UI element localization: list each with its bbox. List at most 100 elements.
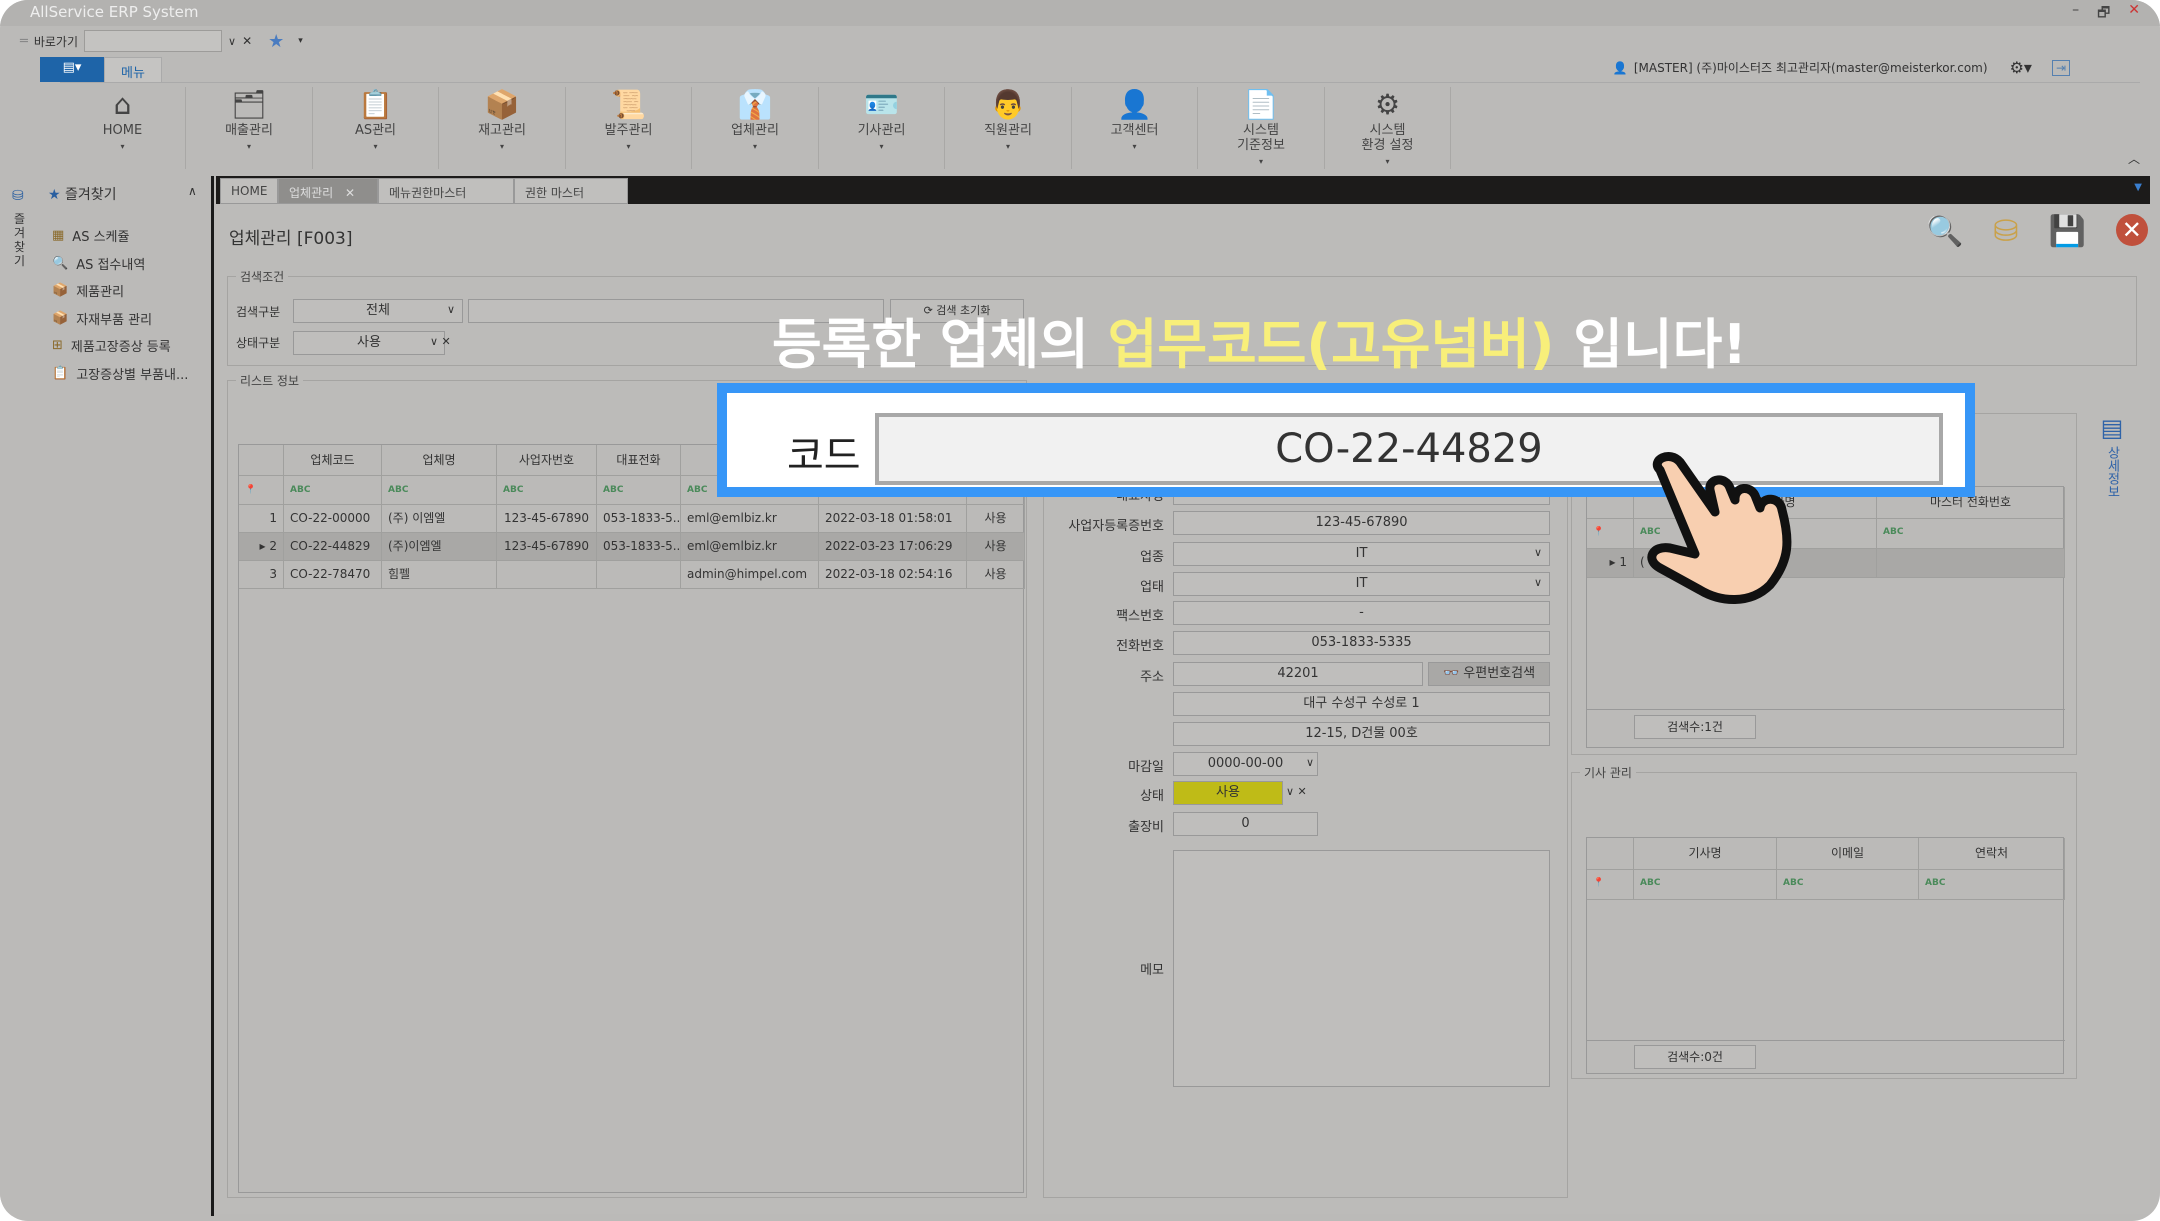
filter-cell[interactable]: ABC (497, 476, 597, 505)
table-row[interactable]: 3 CO-22-78470 힘펠 admin@himpel.com 2022-03-18… (239, 561, 1025, 589)
search-type-dropdown[interactable]: ∨ (447, 303, 455, 316)
fee-stepper[interactable]: 0 (1173, 812, 1318, 836)
grid-cell: 2022-03-18 01:58:01 (819, 505, 967, 533)
status-dropdown-clear[interactable]: ∨ ✕ (1286, 785, 1307, 798)
field-input[interactable]: IT (1173, 542, 1550, 566)
add-database-icon[interactable]: ⛁ (1993, 214, 2018, 249)
list-group: 리스트 정보 📍업체코드ABC업체명ABC사업자번호ABC대표전화ABCABCA… (227, 372, 1027, 1198)
table-row[interactable]: ▸ 2 CO-22-44829 (주)이엠엘 123-45-67890 053-1833… (239, 533, 1025, 561)
filter-cell[interactable]: ABC (597, 476, 681, 505)
shortcut-dropdown[interactable]: ∨ (228, 35, 236, 48)
dropdown-arrow-icon[interactable]: ▾ (298, 36, 303, 46)
ribbon-item-7[interactable]: 👨 직원관리 ▾ (946, 87, 1072, 169)
detail-side-tab[interactable]: ▤ 상세정보 (2094, 414, 2130, 498)
tab-menu-permission[interactable]: 메뉴권한마스터 (378, 178, 514, 204)
sidebar-item[interactable]: 📦 제품관리 (52, 281, 124, 300)
close-window-button[interactable]: ✕ (2128, 2, 2140, 26)
ribbon-item-9[interactable]: 📄 시스템 기준정보 ▾ (1199, 87, 1325, 169)
table-row[interactable]: 1 CO-22-00000 (주) 이엠엘 123-45-67890 053-1833-… (239, 505, 1025, 533)
screen: AllService ERP System – 🗗 ✕ ═ 바로가기 ∨ ✕ ★… (0, 0, 2160, 1221)
field-input[interactable]: IT (1173, 572, 1550, 596)
address2-input[interactable]: 12-15, D건물 00호 (1173, 722, 1550, 746)
status-select[interactable]: 사용 (1173, 781, 1283, 805)
ribbon-label: 시스템 기준정보 (1237, 123, 1285, 153)
tab-menu[interactable]: 메뉴 (104, 57, 162, 83)
field-input[interactable]: 42201 (1173, 662, 1423, 686)
ribbon-item-4[interactable]: 📜 발주관리 ▾ (566, 87, 692, 169)
deadline-input[interactable]: 0000-00-00 (1173, 752, 1318, 776)
filter-cell[interactable]: 📍 (239, 476, 284, 505)
settings-gear-icon[interactable]: ⚙▾ (2010, 58, 2032, 77)
sidebar-item[interactable]: 📋 고장증상별 부품내... (52, 364, 188, 383)
grid-cell: 2022-03-23 17:06:29 (819, 533, 967, 561)
sidebar-item-label: 제품관리 (76, 285, 125, 300)
sidebar-vertical-label[interactable]: 즐겨찾기 (14, 212, 28, 268)
ribbon-item-8[interactable]: 👤 고객센터 ▾ (1072, 87, 1198, 169)
sidebar-item[interactable]: ⊞ 제품고장증상 등록 (52, 336, 171, 355)
address1-input[interactable]: 대구 수성구 수성로 1 (1173, 692, 1550, 716)
tab-company[interactable]: 업체관리 ✕ (278, 178, 378, 204)
filter-abc-icon: ABC (290, 485, 311, 495)
ribbon-collapse-icon[interactable]: ︿ (2128, 150, 2140, 167)
favorite-star-icon[interactable]: ★ (268, 31, 284, 52)
binoculars-icon[interactable]: ⛁ (12, 188, 24, 204)
grid-cell: 053-1833-5... (597, 533, 681, 561)
ribbon-dropdown-icon: ▾ (246, 142, 251, 151)
menu-toggle-button[interactable]: ▤▾ (40, 57, 104, 82)
page-title: 업체관리 [F003] (229, 229, 353, 249)
save-icon[interactable]: 💾 (2049, 214, 2086, 249)
search-view-icon[interactable]: 🔍 (1926, 214, 1963, 249)
tab-permission-master[interactable]: 권한 마스터 (514, 178, 628, 204)
ribbon-item-6[interactable]: 🪪 기사관리 ▾ (819, 87, 945, 169)
deadline-dropdown[interactable]: ∨ (1306, 756, 1314, 769)
collapse-icon[interactable]: ∧ (188, 184, 197, 198)
sidebar-item[interactable]: ▦ AS 스케쥴 (52, 226, 129, 245)
field-input[interactable]: 123-45-67890 (1173, 511, 1550, 535)
filter-cell[interactable]: ABC (382, 476, 497, 505)
box-icon: 📦 (52, 283, 69, 298)
engineer-group: 기사 관리 📍 기사명 ABC 이메일 ABC 연락처 ABC 검색수:0건 (1571, 764, 2077, 1079)
field-input[interactable]: 053-1833-5335 (1173, 631, 1550, 655)
company-grid: 📍업체코드ABC업체명ABC사업자번호ABC대표전화ABCABCABCABC1C… (238, 444, 1025, 1193)
ribbon-item-3[interactable]: 📦 재고관리 ▾ (440, 87, 566, 169)
tab-home[interactable]: HOME (220, 178, 278, 204)
tutorial-caption: 등록한 업체의 업무코드(고유넘버) 입니다! (772, 300, 1932, 379)
close-form-icon[interactable]: ✕ (2115, 214, 2148, 246)
sidebar-item-label: 제품고장증상 등록 (70, 340, 171, 355)
sidebar-item[interactable]: 📦 자재부품 관리 (52, 309, 152, 328)
employee-icon: 👨 (990, 88, 1026, 121)
ribbon-item-2[interactable]: 📋 AS관리 ▾ (313, 87, 439, 169)
grid-cell: 3 (239, 561, 284, 589)
field-input[interactable]: - (1173, 601, 1550, 625)
sidebar-item[interactable]: 🔍 AS 접수내역 (52, 254, 145, 273)
field-label: 주소 (1140, 670, 1164, 685)
ribbon-item-0[interactable]: ⌂ HOME ▾ (60, 87, 186, 169)
field-label: 전화번호 (1116, 639, 1164, 654)
ribbon-item-5[interactable]: 👔 업체관리 ▾ (693, 87, 819, 169)
memo-textarea[interactable] (1173, 850, 1550, 1087)
dropdown-arrow[interactable]: ∨ (1534, 576, 1542, 589)
restore-button[interactable]: 🗗 (2097, 2, 2110, 26)
logout-icon[interactable]: ⇥ (2051, 59, 2070, 76)
sidebar-item-label: AS 접수내역 (76, 257, 146, 273)
shortcut-input[interactable] (84, 30, 222, 52)
dropdown-arrow[interactable]: ∨ (1534, 546, 1542, 559)
title-bar: AllService ERP System (0, 0, 2160, 26)
ribbon-item-1[interactable]: 🗂 매출관리 ▾ (187, 87, 313, 169)
column-header: 기사명 (1634, 838, 1777, 870)
status-select[interactable]: 사용 (293, 331, 445, 355)
zip-search-button[interactable]: 👓 우편번호검색 (1428, 662, 1550, 686)
ribbon-item-10[interactable]: ⚙ 시스템 환경 설정 ▾ (1325, 87, 1451, 169)
grid-cell: CO-22-78470 (284, 561, 382, 589)
search-type-select[interactable]: 전체 (293, 299, 463, 323)
shortcut-clear[interactable]: ✕ (242, 34, 252, 48)
minimize-button[interactable]: – (2072, 2, 2079, 26)
filter-cell[interactable]: ABC (284, 476, 382, 505)
ribbon-label: 시스템 환경 설정 (1361, 123, 1414, 153)
favorites-header[interactable]: ★ 즐겨찾기 (48, 184, 117, 204)
tab-close-icon[interactable]: ✕ (345, 186, 355, 200)
tab-list-dropdown-icon[interactable]: ▼ (2134, 182, 2142, 193)
grid-cell: 1 (239, 505, 284, 533)
status-dropdown[interactable]: ∨ ✕ (430, 335, 451, 348)
filter-abc-icon: ABC (503, 485, 524, 495)
